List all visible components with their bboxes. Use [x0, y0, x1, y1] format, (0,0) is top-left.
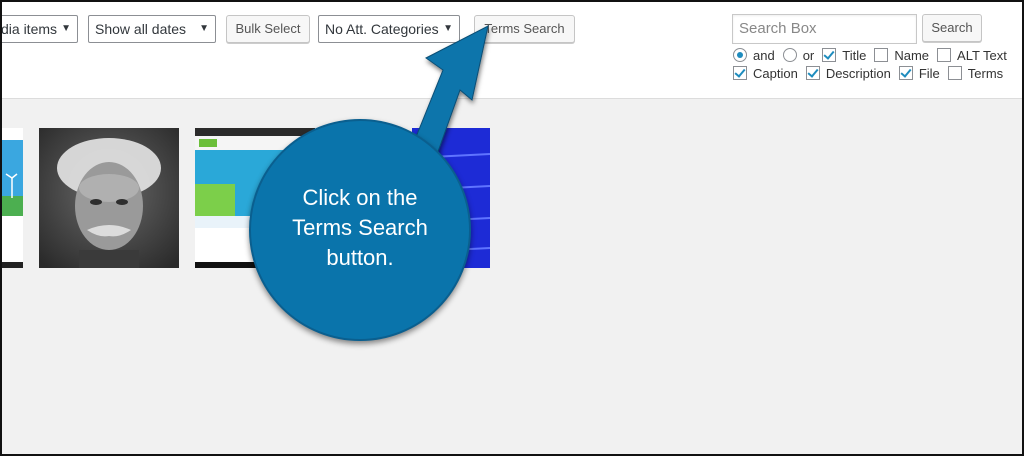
instruction-line-1: Click on the	[302, 185, 418, 210]
instruction-callout: Click on the Terms Search button.	[249, 119, 471, 341]
instruction-text: Click on the Terms Search button.	[251, 183, 469, 273]
instruction-line-2: Terms Search	[292, 215, 428, 240]
media-library-screen: dia items ▼ Show all dates ▼ Bulk Select…	[2, 2, 1022, 454]
instruction-line-3: button.	[326, 245, 394, 270]
arrow-pointer-icon	[392, 25, 489, 175]
